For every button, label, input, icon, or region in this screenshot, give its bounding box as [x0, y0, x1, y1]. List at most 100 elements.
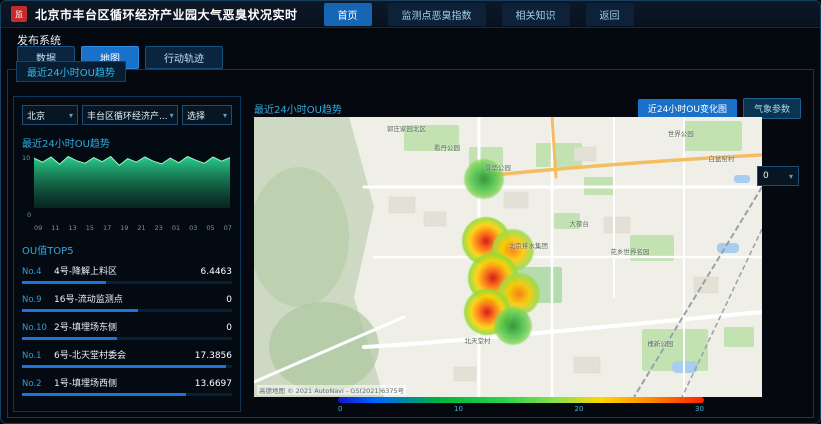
map-place-label: 北天堂村 — [465, 335, 491, 345]
site-name: 6号-北天堂村委会 — [54, 348, 191, 361]
top5-row[interactable]: No.1 6号-北天堂村委会 17.3856 — [22, 348, 232, 368]
rank-label: No.10 — [22, 323, 54, 333]
app-window: 监 北京市丰台区循环经济产业园大气恶臭状况实时 首页 监测点恶臭指数 相关知识 … — [0, 0, 821, 424]
legend-tick: 30 — [695, 405, 704, 413]
map-header-row: 最近24小时OU趋势 近24小时OU变化图 气象参数 — [254, 98, 801, 118]
rank-bar — [22, 309, 138, 312]
site-select[interactable]: 选择 ▾ — [182, 105, 232, 125]
x-axis-tick: 09 — [34, 224, 42, 232]
map-place-label: 郭庄家园北区 — [387, 123, 426, 133]
x-axis-tick: 07 — [224, 224, 232, 232]
rank-bar — [22, 337, 117, 340]
panel-corner-title: 最近24小时OU趋势 — [16, 61, 126, 82]
main-nav: 首页 监测点恶臭指数 相关知识 返回 — [324, 3, 634, 26]
x-axis-tick: 17 — [103, 224, 111, 232]
top5-row[interactable]: No.4 4号-降解上料区 6.4463 — [22, 264, 232, 284]
trend-chart-title: 最近24小时OU趋势 — [22, 135, 232, 150]
x-axis-tick: 23 — [155, 224, 163, 232]
rank-bar-track — [22, 309, 232, 312]
rank-bar — [22, 281, 106, 284]
chevron-down-icon: ▾ — [69, 111, 73, 120]
rank-label: No.1 — [22, 351, 54, 361]
site-name: 16号-流动监测点 — [54, 292, 222, 305]
y-axis-tick: 10 — [22, 154, 30, 162]
color-gradient-bar — [338, 397, 704, 403]
subtab-track[interactable]: 行动轨迹 — [145, 46, 223, 69]
map-place-label: 北京排水集团 — [509, 240, 548, 250]
x-axis-ticks: 09 11 13 15 17 19 21 23 01 03 05 07 — [34, 224, 232, 232]
map-layer-select-value: 0 — [763, 171, 769, 181]
x-axis-tick: 03 — [189, 224, 197, 232]
nav-home[interactable]: 首页 — [324, 3, 372, 26]
map-place-label: 白盆窑村 — [708, 153, 734, 163]
site-name: 2号-填埋场东侧 — [54, 320, 222, 333]
site-select-value: 选择 — [187, 109, 205, 122]
legend-tick: 10 — [454, 405, 463, 413]
x-axis-tick: 15 — [86, 224, 94, 232]
trend-area-svg — [34, 156, 230, 208]
district-select-value: 丰台区循环经济产... — [87, 109, 168, 122]
map-place-label: 大葆台 — [569, 218, 589, 228]
site-name: 4号-降解上料区 — [54, 264, 197, 277]
ou-top5-title: OU值TOP5 — [22, 242, 232, 257]
logo-glyph: 监 — [15, 9, 23, 20]
map-place-label: 花乡世界名园 — [610, 246, 649, 256]
top5-row[interactable]: No.9 16号-流动监测点 0 — [22, 292, 232, 312]
ou-color-scale: 0 10 20 30 — [338, 397, 704, 413]
site-name: 1号-填埋场西侧 — [54, 376, 191, 389]
rank-label: No.9 — [22, 295, 54, 305]
heatmap-blob — [494, 307, 532, 345]
rank-label: No.4 — [22, 267, 54, 277]
ou-value: 6.4463 — [201, 267, 233, 277]
map-place-label: 世界公园 — [668, 128, 694, 138]
left-sidebar: 北京 ▾ 丰台区循环经济产... ▾ 选择 ▾ 最近24小时OU趋势 10 0 — [13, 96, 241, 412]
map-section-title: 最近24小时OU趋势 — [254, 101, 638, 116]
top5-row[interactable]: No.2 1号-填埋场西侧 13.6697 — [22, 376, 232, 396]
ou-value: 0 — [226, 295, 232, 305]
legend-tick-row: 0 10 20 30 — [338, 405, 704, 413]
y-axis-tick: 0 — [27, 211, 31, 219]
map-attribution: 高德地图 © 2021 AutoNavi - GS(2021)6375号 — [257, 385, 406, 395]
rank-bar-track — [22, 365, 232, 368]
map-place-label: 看丹公园 — [434, 142, 460, 152]
nav-back[interactable]: 返回 — [586, 3, 634, 26]
x-axis-tick: 01 — [172, 224, 180, 232]
ou-value: 17.3856 — [195, 351, 232, 361]
rank-bar — [22, 365, 226, 368]
rank-bar — [22, 393, 186, 396]
legend-tick: 20 — [575, 405, 584, 413]
city-select[interactable]: 北京 ▾ — [22, 105, 78, 125]
map-place-label: 槐新公园 — [647, 338, 673, 348]
main-panel: 最近24小时OU趋势 北京 ▾ 丰台区循环经济产... ▾ 选择 ▾ 最近24小… — [7, 69, 814, 418]
chevron-down-icon: ▾ — [789, 172, 793, 181]
legend-tick: 0 — [338, 405, 342, 413]
top-header: 监 北京市丰台区循环经济产业园大气恶臭状况实时 首页 监测点恶臭指数 相关知识 … — [1, 1, 820, 28]
filter-row: 北京 ▾ 丰台区循环经济产... ▾ 选择 ▾ — [22, 105, 232, 125]
app-title: 北京市丰台区循环经济产业园大气恶臭状况实时 — [35, 6, 298, 23]
x-axis-tick: 21 — [137, 224, 145, 232]
chevron-down-icon: ▾ — [170, 111, 174, 120]
top5-row[interactable]: No.10 2号-填埋场东侧 0 — [22, 320, 232, 340]
rank-bar-track — [22, 281, 232, 284]
x-axis-tick: 05 — [206, 224, 214, 232]
nav-odor-index[interactable]: 监测点恶臭指数 — [388, 3, 486, 26]
map[interactable]: 郭庄家园北区看丹公园景华公园 世界公园白盆窑村大葆台北京排水集团花乡世界名园北天堂… — [254, 117, 762, 397]
rank-bar-track — [22, 337, 232, 340]
x-axis-tick: 11 — [51, 224, 59, 232]
ou-value: 13.6697 — [195, 379, 232, 389]
map-layer-select[interactable]: 0 ▾ — [757, 166, 799, 186]
ou-value: 0 — [226, 323, 232, 333]
weather-params-button[interactable]: 气象参数 — [743, 98, 801, 119]
chevron-down-icon: ▾ — [223, 111, 227, 120]
rank-label: No.2 — [22, 379, 54, 389]
nav-knowledge[interactable]: 相关知识 — [502, 3, 570, 26]
ou-change-chart-button[interactable]: 近24小时OU变化图 — [638, 99, 737, 118]
x-axis-tick: 13 — [68, 224, 76, 232]
app-logo: 监 — [11, 6, 27, 22]
city-select-value: 北京 — [27, 109, 45, 122]
map-place-label: 景华公园 — [485, 162, 511, 172]
x-axis-tick: 19 — [120, 224, 128, 232]
ou-trend-chart: 10 0 09 11 13 15 17 19 21 23 01 03 05 07 — [22, 154, 232, 232]
district-select[interactable]: 丰台区循环经济产... ▾ — [82, 105, 178, 125]
rank-bar-track — [22, 393, 232, 396]
